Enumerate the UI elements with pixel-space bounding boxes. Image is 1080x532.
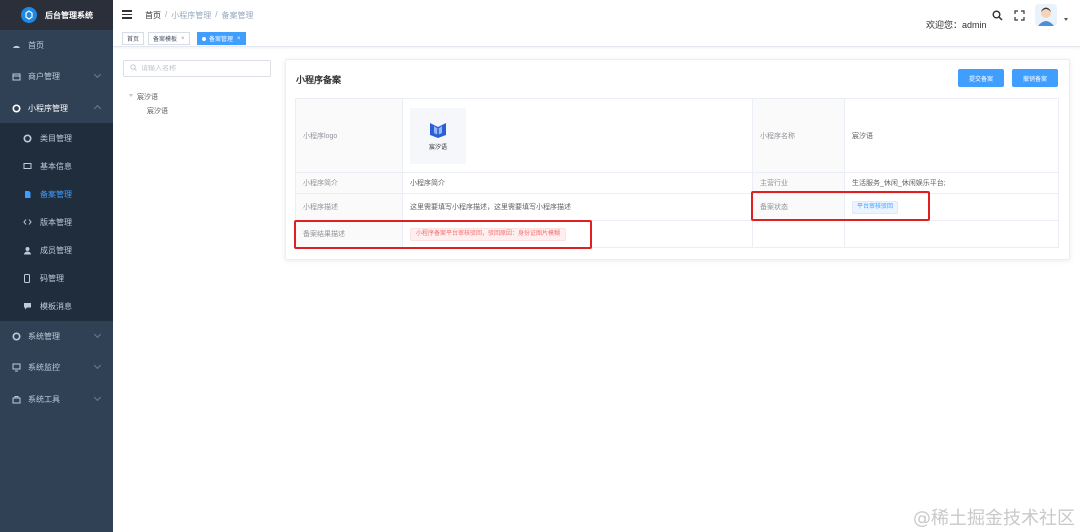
description-label: 小程序描述 xyxy=(295,193,403,221)
breadcrumb-current: 备案管理 xyxy=(221,11,254,20)
gear-icon xyxy=(11,331,21,341)
sidebar-sub-code[interactable]: 码管理 xyxy=(0,264,113,292)
intro-label: 小程序简介 xyxy=(295,172,403,194)
chevron-down-icon xyxy=(93,330,102,339)
table-row: 小程序简介 小程序简介 主营行业 生活服务_休闲_休闲娱乐平台; xyxy=(295,172,1059,194)
sidebar-item-label: 小程序管理 xyxy=(28,103,68,113)
table-row: 小程序描述 这里需要填写小程序描述，这里需要填写小程序描述 备案状态 平台审核驳… xyxy=(295,193,1059,221)
sidebar-sub-label: 类目管理 xyxy=(40,133,72,143)
sidebar-sub-label: 成员管理 xyxy=(40,245,72,255)
chevron-down-icon xyxy=(93,361,102,370)
tree-node-root[interactable]: 宸汐语 xyxy=(137,92,158,102)
top-navbar: 首页 / 小程序管理 / 备案管理 欢迎您：admin xyxy=(113,0,1080,30)
intro-value: 小程序简介 xyxy=(402,172,753,194)
sidebar-item-miniprogram[interactable]: 小程序管理 xyxy=(0,94,113,122)
sidebar-item-merchant[interactable]: 商户管理 xyxy=(0,62,113,90)
sidebar-item-label: 商户管理 xyxy=(28,71,60,81)
miniprogram-logo: 宸汐语 xyxy=(410,107,466,164)
search-icon xyxy=(130,64,137,73)
tag-label: 首页 xyxy=(127,37,140,43)
sidebar-sub-filing[interactable]: 备案管理 xyxy=(0,180,113,208)
tag-filing-management[interactable]: 备案管理 × xyxy=(197,32,246,45)
chevron-down-icon xyxy=(93,70,102,79)
result-highlight-box xyxy=(294,220,592,249)
sidebar-sub-label: 版本管理 xyxy=(40,217,72,227)
breadcrumb-home[interactable]: 首页 xyxy=(145,10,161,21)
breadcrumb-separator: / xyxy=(165,10,168,19)
status-highlight-box xyxy=(751,191,930,221)
submit-filing-button[interactable]: 提交备案 xyxy=(958,69,1004,87)
tool-icon xyxy=(11,394,21,404)
chevron-up-icon xyxy=(93,104,102,113)
active-dot-icon xyxy=(202,36,206,41)
description-value: 这里需要填写小程序描述，这里需要填写小程序描述 xyxy=(402,193,753,221)
sidebar-sub-basic-info[interactable]: 基本信息 xyxy=(0,152,113,180)
sidebar-sub-label: 备案管理 xyxy=(40,189,72,199)
chevron-down-icon xyxy=(93,393,102,402)
sidebar-item-system[interactable]: 系统管理 xyxy=(0,322,113,350)
sidebar-item-label: 系统工具 xyxy=(28,394,60,404)
tags-view: 首页 备案模板 × 备案管理 × xyxy=(113,30,1080,47)
sidebar-item-label: 系统监控 xyxy=(28,362,60,372)
search-icon[interactable] xyxy=(992,10,1003,23)
document-icon xyxy=(22,189,32,199)
sidebar-sub-members[interactable]: 成员管理 xyxy=(0,236,113,264)
close-icon[interactable]: × xyxy=(237,36,241,42)
sidebar-item-label: 系统管理 xyxy=(28,331,60,341)
sidebar-sub-label: 基本信息 xyxy=(40,161,72,171)
breadcrumb: 首页 / 小程序管理 / 备案管理 xyxy=(145,10,253,21)
sidebar-sub-label: 码管理 xyxy=(40,273,64,283)
withdraw-filing-button[interactable]: 撤销备案 xyxy=(1012,69,1058,87)
empty-cell xyxy=(844,220,1059,248)
gear-icon xyxy=(22,133,32,143)
gear-icon xyxy=(11,103,21,113)
close-icon[interactable]: × xyxy=(181,36,185,42)
tag-label: 备案模板 xyxy=(153,37,178,43)
sidebar-item-label: 首页 xyxy=(28,40,44,50)
logo-cell: 宸汐语 xyxy=(402,98,753,173)
message-icon xyxy=(22,301,32,311)
brand-logo-icon xyxy=(430,122,446,138)
breadcrumb-miniprogram[interactable]: 小程序管理 xyxy=(171,10,211,21)
app-title: 后台管理系统 xyxy=(45,10,93,20)
fullscreen-icon[interactable] xyxy=(1014,10,1025,23)
card-title: 小程序备案 xyxy=(296,75,342,85)
avatar[interactable] xyxy=(1035,4,1057,26)
caret-down-icon[interactable] xyxy=(1064,18,1068,21)
sidebar: 后台管理系统 首页 商户管理 小程序管理 类目管理 基本信息 备案管理 版本管理… xyxy=(0,0,113,532)
name-label: 小程序名称 xyxy=(752,98,845,173)
tag-home[interactable]: 首页 xyxy=(122,32,145,45)
tag-label: 备案管理 xyxy=(209,37,234,43)
sidebar-sub-version[interactable]: 版本管理 xyxy=(0,208,113,236)
sidebar-item-tools[interactable]: 系统工具 xyxy=(0,385,113,413)
monitor-icon xyxy=(11,362,21,372)
user-icon xyxy=(22,245,32,255)
tree-node-child[interactable]: 宸汐语 xyxy=(147,106,168,116)
sidebar-item-monitor[interactable]: 系统监控 xyxy=(0,353,113,381)
sidebar-sub-label: 模板消息 xyxy=(40,301,72,311)
hamburger-icon[interactable] xyxy=(122,10,132,19)
watermark: @稀土掘金技术社区 xyxy=(913,508,1075,529)
shop-icon xyxy=(11,71,21,81)
sidebar-logo-bar[interactable]: 后台管理系统 xyxy=(0,0,113,30)
app-logo-icon xyxy=(21,7,37,23)
tree-search-box[interactable] xyxy=(123,60,271,77)
empty-cell xyxy=(752,220,845,248)
table-row: 小程序logo 宸汐语 小程序名称 宸汐语 xyxy=(295,98,1059,173)
phone-icon xyxy=(22,273,32,283)
sidebar-item-home[interactable]: 首页 xyxy=(0,31,113,59)
code-icon xyxy=(22,217,32,227)
dashboard-icon xyxy=(11,40,21,50)
logo-label: 小程序logo xyxy=(295,98,403,173)
sidebar-sub-category[interactable]: 类目管理 xyxy=(0,124,113,152)
tree-search-input[interactable] xyxy=(141,65,261,72)
card-icon xyxy=(22,161,32,171)
sidebar-sub-template-message[interactable]: 模板消息 xyxy=(0,292,113,320)
logo-caption: 宸汐语 xyxy=(428,144,447,151)
name-value: 宸汐语 xyxy=(844,98,1059,173)
tag-filing-template[interactable]: 备案模板 × xyxy=(148,32,190,45)
caret-down-icon[interactable] xyxy=(129,94,133,97)
breadcrumb-separator: / xyxy=(215,10,218,19)
